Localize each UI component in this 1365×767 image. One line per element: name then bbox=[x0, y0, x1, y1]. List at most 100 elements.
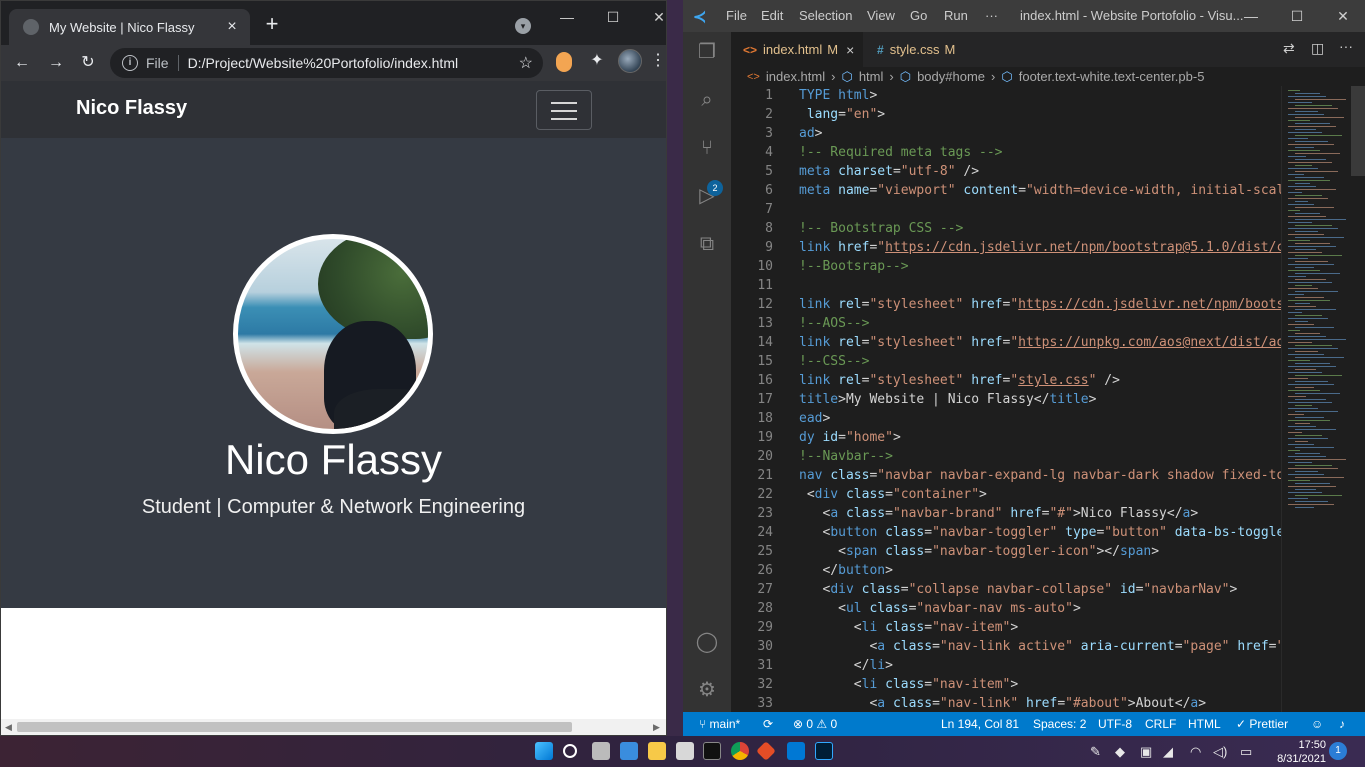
minimize-button[interactable]: — bbox=[553, 7, 581, 27]
code-line[interactable]: <li class="nav-item"> bbox=[799, 620, 1018, 635]
settings-gear-icon[interactable]: ⚙ bbox=[695, 678, 719, 702]
code-line[interactable]: </button> bbox=[799, 563, 892, 578]
vertical-scrollbar[interactable]: ▲ bbox=[666, 81, 667, 719]
encoding[interactable]: UTF-8 bbox=[1098, 717, 1132, 731]
problems-indicator[interactable]: ⊗ 0 ⚠ 0 bbox=[793, 717, 837, 731]
extensions-icon[interactable]: ⧉ bbox=[695, 232, 719, 256]
code-line[interactable]: <span class="navbar-toggler-icon"></span… bbox=[799, 544, 1159, 559]
menu-dots-icon[interactable]: ⋮ bbox=[650, 50, 666, 72]
bookmark-star-icon[interactable]: ☆ bbox=[519, 53, 533, 73]
source-control-icon[interactable]: ⑂ bbox=[695, 136, 719, 160]
run-debug-icon[interactable]: ▷ bbox=[695, 184, 719, 208]
breadcrumb-item[interactable]: index.html bbox=[766, 69, 825, 84]
extension-icon[interactable] bbox=[556, 52, 572, 72]
code-line[interactable]: nav class="navbar navbar-expand-lg navba… bbox=[799, 468, 1281, 483]
maximize-button[interactable]: ☐ bbox=[599, 7, 627, 27]
maximize-button[interactable]: ☐ bbox=[1283, 6, 1311, 26]
account-icon[interactable]: ◯ bbox=[695, 630, 719, 654]
explorer-icon[interactable]: ❐ bbox=[695, 40, 719, 64]
feedback-icon[interactable]: ☺ bbox=[1311, 717, 1323, 731]
scrollbar-thumb[interactable] bbox=[1351, 86, 1365, 176]
code-line[interactable]: meta charset="utf-8" /> bbox=[799, 164, 979, 179]
code-editor[interactable]: 1 TYPE html> 2 lang="en"> 3 ad> 4 !-- Required… bbox=[731, 86, 1281, 712]
forward-icon[interactable]: → bbox=[45, 52, 67, 74]
code-line[interactable]: link rel="stylesheet" href="style.css" /… bbox=[799, 373, 1120, 388]
code-line[interactable]: lang="en"> bbox=[799, 107, 885, 122]
task-view-icon[interactable] bbox=[592, 742, 610, 760]
navbar-brand[interactable]: Nico Flassy bbox=[76, 97, 187, 120]
code-line[interactable]: <a class="navbar-brand" href="#">Nico Fl… bbox=[799, 506, 1198, 521]
minimize-button[interactable]: — bbox=[1237, 6, 1265, 26]
tray-app-icon[interactable]: ◆ bbox=[1115, 744, 1125, 760]
menu-edit[interactable]: Edit bbox=[761, 8, 783, 23]
puzzle-icon[interactable]: ✦ bbox=[586, 50, 608, 72]
tab-index-html[interactable]: <> index.html M × bbox=[731, 32, 863, 67]
info-icon[interactable]: i bbox=[122, 55, 138, 71]
menu-file[interactable]: File bbox=[726, 8, 747, 23]
branch-indicator[interactable]: ⑂ main* bbox=[699, 717, 740, 731]
close-window-button[interactable]: ✕ bbox=[645, 7, 666, 27]
line-ending[interactable]: CRLF bbox=[1145, 717, 1176, 731]
code-line[interactable]: !-- Bootstrap CSS --> bbox=[799, 221, 963, 236]
vscode-taskbar-icon[interactable] bbox=[787, 742, 805, 760]
tray-app-icon[interactable]: ◢ bbox=[1163, 744, 1173, 760]
code-line[interactable]: <button class="navbar-toggler" type="but… bbox=[799, 525, 1281, 540]
clock[interactable]: 17:50 8/31/2021 bbox=[1270, 738, 1326, 766]
menu-go[interactable]: Go bbox=[910, 8, 927, 23]
code-line[interactable]: ead> bbox=[799, 411, 830, 426]
code-line[interactable]: </li> bbox=[799, 658, 893, 673]
code-line[interactable]: <li class="nav-item"> bbox=[799, 677, 1018, 692]
more-actions-icon[interactable]: ··· bbox=[1339, 38, 1353, 54]
widgets-icon[interactable] bbox=[620, 742, 638, 760]
reload-icon[interactable]: ↻ bbox=[77, 52, 99, 74]
code-line[interactable]: link href="https://cdn.jsdelivr.net/npm/… bbox=[799, 240, 1281, 255]
photoshop-icon[interactable] bbox=[815, 742, 833, 760]
navbar-toggler-button[interactable] bbox=[536, 90, 592, 130]
terminal-icon[interactable] bbox=[703, 742, 721, 760]
code-line[interactable]: !--Bootsrap--> bbox=[799, 259, 909, 274]
sync-icon[interactable]: ⟳ bbox=[763, 717, 773, 731]
search-icon[interactable]: ⌕ bbox=[695, 88, 719, 112]
code-line[interactable]: <a class="nav-link" href="#about">About<… bbox=[799, 696, 1206, 711]
url-text[interactable]: D:/Project/Website%20Portofolio/index.ht… bbox=[188, 55, 519, 71]
code-line[interactable]: !-- Required meta tags --> bbox=[799, 145, 1003, 160]
editor-scrollbar[interactable] bbox=[1351, 86, 1365, 712]
code-line[interactable]: TYPE html> bbox=[799, 88, 877, 103]
back-icon[interactable]: ← bbox=[11, 52, 33, 74]
code-line[interactable]: !--Navbar--> bbox=[799, 449, 893, 464]
indentation[interactable]: Spaces: 2 bbox=[1033, 717, 1086, 731]
close-tab-icon[interactable]: × bbox=[224, 19, 240, 35]
prettier-status[interactable]: ✓ Prettier bbox=[1236, 717, 1288, 731]
menu-more[interactable]: ··· bbox=[985, 8, 998, 23]
tab-search-icon[interactable]: ▾ bbox=[515, 18, 531, 34]
search-icon[interactable] bbox=[563, 744, 577, 758]
wifi-icon[interactable]: ◠ bbox=[1190, 744, 1201, 760]
horizontal-scrollbar[interactable]: ◀ ▶ bbox=[1, 719, 666, 735]
close-window-button[interactable]: ✕ bbox=[1329, 6, 1357, 26]
scrollbar-thumb[interactable] bbox=[17, 722, 572, 732]
compare-icon[interactable]: ⇄ bbox=[1283, 40, 1295, 57]
code-line[interactable]: <div class="collapse navbar-collapse" id… bbox=[799, 582, 1237, 597]
file-explorer-icon[interactable] bbox=[648, 742, 666, 760]
code-line[interactable]: <div class="container"> bbox=[799, 487, 987, 502]
split-editor-icon[interactable]: ◫ bbox=[1311, 40, 1324, 57]
address-bar[interactable]: i File D:/Project/Website%20Portofolio/i… bbox=[110, 48, 543, 78]
breadcrumb-item[interactable]: body#home bbox=[917, 69, 985, 84]
tab-style-css[interactable]: # style.css M bbox=[865, 32, 975, 67]
code-line[interactable]: link rel="stylesheet" href="https://unpk… bbox=[799, 335, 1281, 350]
code-line[interactable]: <a class="nav-link active" aria-current=… bbox=[799, 639, 1281, 654]
menu-selection[interactable]: Selection bbox=[799, 8, 852, 23]
store-icon[interactable] bbox=[676, 742, 694, 760]
minimap[interactable] bbox=[1281, 86, 1351, 712]
bell-icon[interactable]: ♪ bbox=[1339, 717, 1345, 731]
breadcrumb-item[interactable]: footer.text-white.text-center.pb-5 bbox=[1019, 69, 1205, 84]
code-line[interactable]: title>My Website | Nico Flassy</title> bbox=[799, 392, 1096, 407]
pen-icon[interactable]: ✎ bbox=[1090, 744, 1101, 760]
cursor-position[interactable]: Ln 194, Col 81 bbox=[941, 717, 1019, 731]
volume-icon[interactable]: ◁) bbox=[1213, 744, 1227, 760]
language-mode[interactable]: HTML bbox=[1188, 717, 1221, 731]
git-icon[interactable] bbox=[756, 741, 776, 761]
notification-badge[interactable]: 1 bbox=[1329, 742, 1347, 760]
profile-avatar[interactable] bbox=[618, 49, 642, 73]
new-tab-button[interactable]: + bbox=[263, 13, 281, 35]
